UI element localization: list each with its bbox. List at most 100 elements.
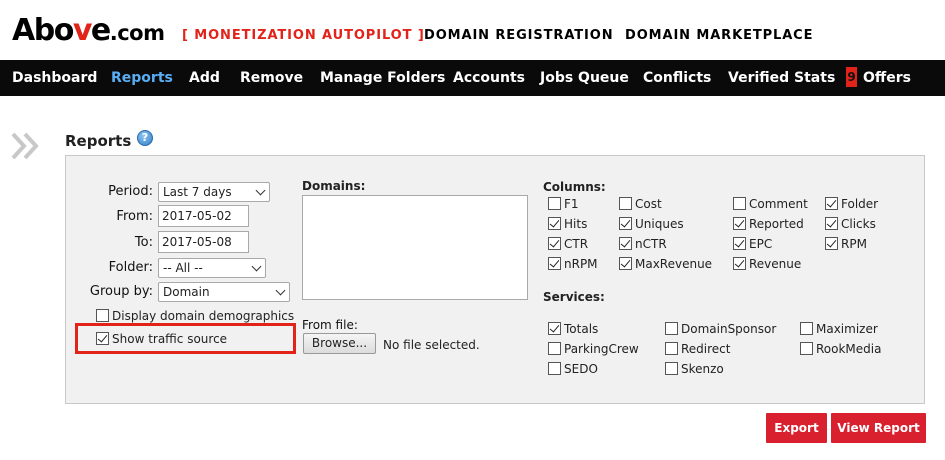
checkbox-box — [733, 257, 746, 270]
service-sedo-label: SEDO — [564, 362, 598, 376]
column-hits-label: Hits — [564, 217, 588, 231]
to-date-input[interactable]: 2017-05-08 — [158, 231, 249, 253]
column-comment-label: Comment — [749, 197, 808, 211]
service-sedo-checkbox[interactable]: SEDO — [548, 361, 598, 377]
column-f1-checkbox[interactable]: F1 — [548, 196, 579, 212]
checkbox-box — [665, 322, 678, 335]
logo-text-v: v — [72, 13, 93, 48]
column-nctr-checkbox[interactable]: nCTR — [619, 236, 667, 252]
checkbox-box — [800, 322, 813, 335]
chevron-down-icon — [275, 285, 286, 296]
checkbox-box — [619, 217, 632, 230]
column-maxrevenue-checkbox[interactable]: MaxRevenue — [619, 256, 712, 272]
nav-manage-folders[interactable]: Manage Folders — [320, 60, 445, 96]
column-epc-checkbox[interactable]: EPC — [733, 236, 772, 252]
logo-text-main: Abo — [12, 13, 74, 48]
column-revenue-checkbox[interactable]: Revenue — [733, 256, 801, 272]
service-domainsponsor-label: DomainSponsor — [681, 322, 777, 336]
checkbox-box — [800, 342, 813, 355]
logo-text-e: e — [90, 13, 111, 48]
folder-value: -- All -- — [163, 261, 203, 275]
service-skenzo-checkbox[interactable]: Skenzo — [665, 361, 724, 377]
service-parkingcrew-checkbox[interactable]: ParkingCrew — [548, 341, 639, 357]
page-title: Reports — [65, 132, 132, 150]
column-comment-checkbox[interactable]: Comment — [733, 196, 808, 212]
service-domainsponsor-checkbox[interactable]: DomainSponsor — [665, 321, 776, 337]
show-traffic-source-checkbox[interactable]: Show traffic source — [96, 331, 227, 347]
checkbox-box — [825, 237, 838, 250]
column-epc-label: EPC — [749, 237, 773, 251]
logo-text-com: .com — [109, 21, 165, 45]
column-nrpm-label: nRPM — [564, 257, 598, 271]
column-hits-checkbox[interactable]: Hits — [548, 216, 587, 232]
column-folder-checkbox[interactable]: Folder — [825, 196, 878, 212]
chevron-down-icon — [251, 261, 262, 272]
file-status-text: No file selected. — [383, 338, 480, 352]
checkbox-box — [619, 197, 632, 210]
checkbox-box — [548, 237, 561, 250]
checkbox-box — [548, 217, 561, 230]
display-demographics-checkbox[interactable]: Display domain demographics — [96, 308, 294, 324]
column-maxrevenue-label: MaxRevenue — [635, 257, 713, 271]
monetization-autopilot-link[interactable]: [ MONETIZATION AUTOPILOT ] — [182, 28, 425, 44]
browse-button[interactable]: Browse... — [303, 333, 376, 354]
service-rookmedia-label: RookMedia — [816, 342, 882, 356]
service-redirect-checkbox[interactable]: Redirect — [665, 341, 731, 357]
period-select[interactable]: Last 7 days — [158, 182, 270, 202]
service-maximizer-label: Maximizer — [816, 322, 878, 336]
domains-textarea[interactable] — [302, 195, 528, 300]
nav-dashboard[interactable]: Dashboard — [12, 60, 97, 96]
nav-accounts[interactable]: Accounts — [453, 60, 525, 96]
above-logo[interactable]: Above.com — [12, 13, 165, 48]
checkbox-box — [548, 197, 561, 210]
domain-marketplace-link[interactable]: DOMAIN MARKETPLACE — [625, 28, 813, 44]
checkbox-box — [96, 309, 109, 322]
export-button[interactable]: Export — [766, 413, 827, 443]
column-uniques-checkbox[interactable]: Uniques — [619, 216, 684, 232]
period-label: Period: — [108, 184, 153, 199]
nav-conflicts[interactable]: Conflicts — [643, 60, 711, 96]
group-by-select[interactable]: Domain — [158, 282, 290, 302]
column-cost-checkbox[interactable]: Cost — [619, 196, 662, 212]
column-f1-label: F1 — [564, 197, 579, 211]
nav-offers[interactable]: 9 Offers — [846, 60, 911, 96]
group-by-label: Group by: — [89, 284, 153, 299]
group-by-value: Domain — [163, 285, 210, 299]
main-nav: Dashboard Reports Add Remove Manage Fold… — [0, 60, 945, 96]
folder-select[interactable]: -- All -- — [158, 258, 266, 278]
column-reported-checkbox[interactable]: Reported — [733, 216, 804, 232]
nav-add[interactable]: Add — [189, 60, 220, 96]
chevron-down-icon — [255, 185, 266, 196]
checkbox-box — [733, 237, 746, 250]
checkbox-box — [825, 197, 838, 210]
nav-jobs-queue[interactable]: Jobs Queue — [540, 60, 629, 96]
nav-reports[interactable]: Reports — [111, 60, 173, 96]
services-label: Services: — [543, 290, 605, 304]
help-icon[interactable]: ? — [137, 130, 153, 146]
from-label: From: — [116, 209, 153, 224]
column-rpm-checkbox[interactable]: RPM — [825, 236, 867, 252]
service-totals-checkbox[interactable]: Totals — [548, 321, 598, 337]
domains-label: Domains: — [302, 179, 366, 193]
view-report-button[interactable]: View Report — [831, 413, 926, 443]
service-rookmedia-checkbox[interactable]: RookMedia — [800, 341, 881, 357]
display-demographics-label: Display domain demographics — [112, 309, 295, 323]
double-chevron-right-icon — [11, 132, 39, 160]
checkbox-box — [825, 217, 838, 230]
nav-verified-stats[interactable]: Verified Stats — [728, 60, 835, 96]
column-rpm-label: RPM — [841, 237, 867, 251]
checkbox-box — [665, 342, 678, 355]
checkbox-box — [733, 197, 746, 210]
to-label: To: — [134, 235, 153, 250]
nav-remove[interactable]: Remove — [240, 60, 303, 96]
show-traffic-source-label: Show traffic source — [112, 332, 228, 346]
domain-registration-link[interactable]: DOMAIN REGISTRATION — [424, 28, 614, 44]
service-skenzo-label: Skenzo — [681, 362, 724, 376]
column-ctr-checkbox[interactable]: CTR — [548, 236, 588, 252]
column-uniques-label: Uniques — [635, 217, 684, 231]
column-nrpm-checkbox[interactable]: nRPM — [548, 256, 598, 272]
checkbox-box — [619, 257, 632, 270]
from-date-input[interactable]: 2017-05-02 — [158, 205, 249, 227]
column-clicks-checkbox[interactable]: Clicks — [825, 216, 876, 232]
service-maximizer-checkbox[interactable]: Maximizer — [800, 321, 878, 337]
